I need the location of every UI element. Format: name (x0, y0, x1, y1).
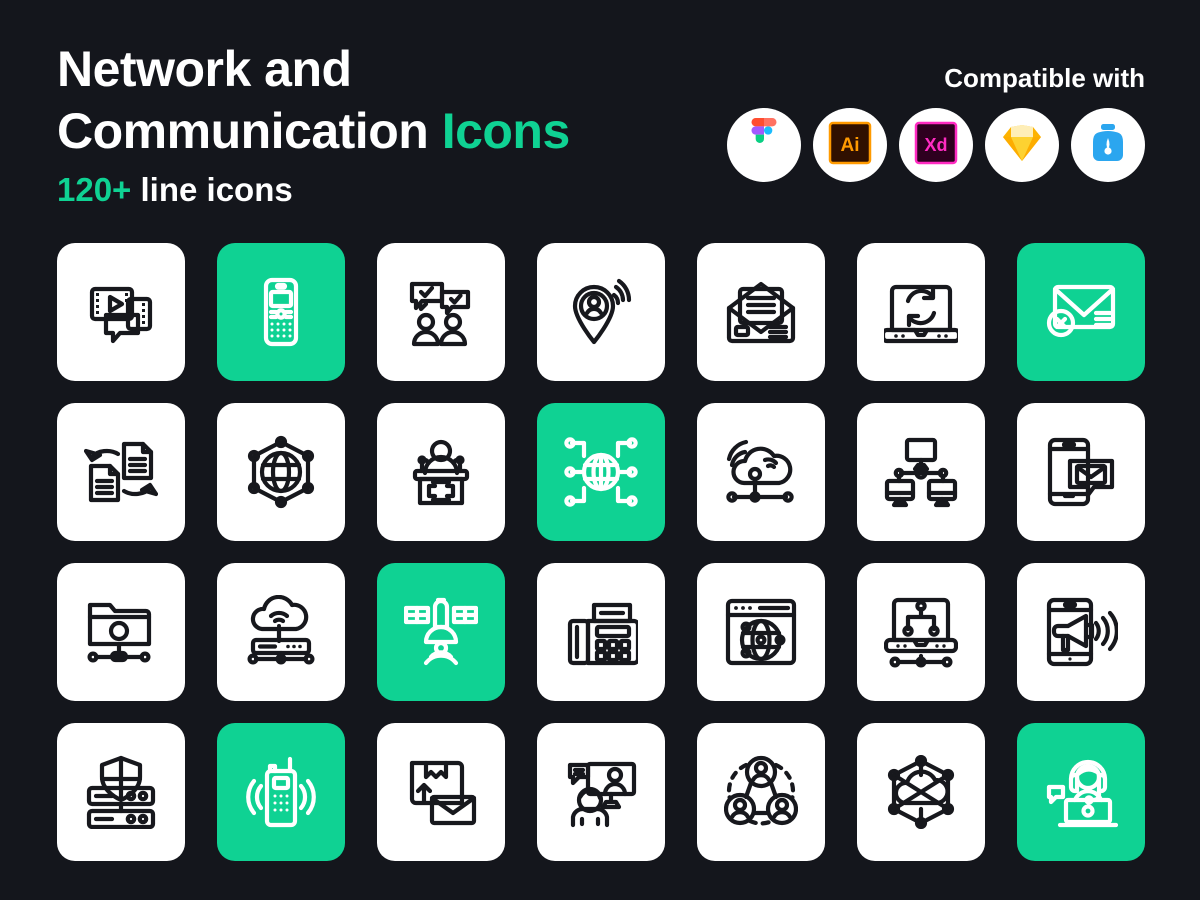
svg-text:Xd: Xd (924, 135, 947, 155)
file-transfer-icon (84, 435, 158, 509)
sketch-logo-badge[interactable] (985, 108, 1059, 182)
icon-tile-secure-server[interactable] (57, 723, 185, 861)
adobe-xd-logo-badge[interactable]: Xd (899, 108, 973, 182)
page-title-plain: Communication (57, 103, 442, 159)
social-network-icon (724, 755, 798, 829)
lottie-logo-icon (1088, 121, 1128, 170)
shared-folder-icon (84, 595, 158, 669)
icon-count: 120+ (57, 171, 132, 208)
computer-lan-icon (884, 435, 958, 509)
video-conference-icon (564, 755, 638, 829)
title-block: Network and Communication Icons 120+ lin… (57, 38, 570, 212)
cloud-router-icon (244, 595, 318, 669)
icon-tile-video-conference[interactable] (537, 723, 665, 861)
icon-tile-feature-phone[interactable] (217, 243, 345, 381)
location-signal-icon (564, 275, 638, 349)
svg-text:Ai: Ai (841, 135, 860, 156)
adobe-illustrator-logo-badge[interactable]: Ai (813, 108, 887, 182)
icon-tile-file-transfer[interactable] (57, 403, 185, 541)
laptop-network-icon (884, 595, 958, 669)
figma-logo-badge[interactable] (727, 108, 801, 182)
mobile-megaphone-icon (1044, 595, 1118, 669)
icon-tile-social-network[interactable] (697, 723, 825, 861)
icon-tile-global-node-network[interactable] (537, 403, 665, 541)
icon-set-preview-page: Network and Communication Icons 120+ lin… (0, 0, 1200, 900)
icon-tile-laptop-network[interactable] (857, 563, 985, 701)
people-chat-approved-icon (404, 275, 478, 349)
icon-tile-email-rejected[interactable] (1017, 243, 1145, 381)
cloud-wifi-network-icon (724, 435, 798, 509)
compatible-badges: Ai Xd (727, 108, 1145, 182)
icon-tile-location-signal[interactable] (537, 243, 665, 381)
header: Network and Communication Icons 120+ lin… (0, 0, 1200, 225)
icon-tile-globe-hex-network[interactable] (217, 403, 345, 541)
icon-tile-press-conference[interactable] (377, 403, 505, 541)
lottie-logo-badge[interactable] (1071, 108, 1145, 182)
icon-tile-cloud-wifi-network[interactable] (697, 403, 825, 541)
icon-tile-mobile-megaphone[interactable] (1017, 563, 1145, 701)
icon-tile-video-message[interactable] (57, 243, 185, 381)
icon-tile-satellite[interactable] (377, 563, 505, 701)
icon-tile-browser-globe[interactable] (697, 563, 825, 701)
globe-hex-network-icon (244, 435, 318, 509)
sketch-logo-icon (1000, 123, 1044, 168)
page-title-accent: Icons (441, 103, 571, 159)
compatible-with-block: Compatible with Ai Xd (727, 62, 1145, 182)
icon-tile-mobile-email[interactable] (1017, 403, 1145, 541)
fax-machine-icon (564, 595, 638, 669)
icon-tile-people-chat-approved[interactable] (377, 243, 505, 381)
page-title-line-2: Communication Icons (57, 100, 570, 162)
icon-tile-fax-machine[interactable] (537, 563, 665, 701)
icon-tile-cloud-router[interactable] (217, 563, 345, 701)
icon-tile-cloud-hex-network[interactable] (857, 723, 985, 861)
secure-server-icon (84, 755, 158, 829)
compatible-with-label: Compatible with (944, 63, 1145, 93)
icon-count-suffix: line icons (131, 171, 293, 208)
icon-tile-open-envelope-letter[interactable] (697, 243, 825, 381)
icon-tile-walkie-talkie[interactable] (217, 723, 345, 861)
open-envelope-letter-icon (724, 275, 798, 349)
browser-globe-icon (724, 595, 798, 669)
cloud-hex-network-icon (884, 755, 958, 829)
page-title-line-1: Network and (57, 41, 352, 97)
global-node-network-icon (564, 435, 638, 509)
walkie-talkie-icon (244, 755, 318, 829)
icon-tile-support-agent[interactable] (1017, 723, 1145, 861)
figma-logo-icon (747, 117, 781, 173)
adobe-xd-logo-icon: Xd (914, 121, 958, 170)
laptop-sync-icon (884, 275, 958, 349)
adobe-illustrator-logo-icon: Ai (828, 121, 872, 170)
icon-tile-shared-folder[interactable] (57, 563, 185, 701)
mobile-email-icon (1044, 435, 1118, 509)
press-conference-icon (404, 435, 478, 509)
icon-tile-package-mail[interactable] (377, 723, 505, 861)
icon-tile-computer-lan[interactable] (857, 403, 985, 541)
icon-tile-laptop-sync[interactable] (857, 243, 985, 381)
support-agent-icon (1044, 755, 1118, 829)
satellite-icon (404, 595, 478, 669)
feature-phone-icon (244, 275, 318, 349)
icon-grid (57, 243, 1145, 861)
video-message-icon (84, 275, 158, 349)
email-rejected-icon (1044, 275, 1118, 349)
package-mail-icon (404, 755, 478, 829)
page-subtitle: 120+ line icons (57, 168, 570, 212)
